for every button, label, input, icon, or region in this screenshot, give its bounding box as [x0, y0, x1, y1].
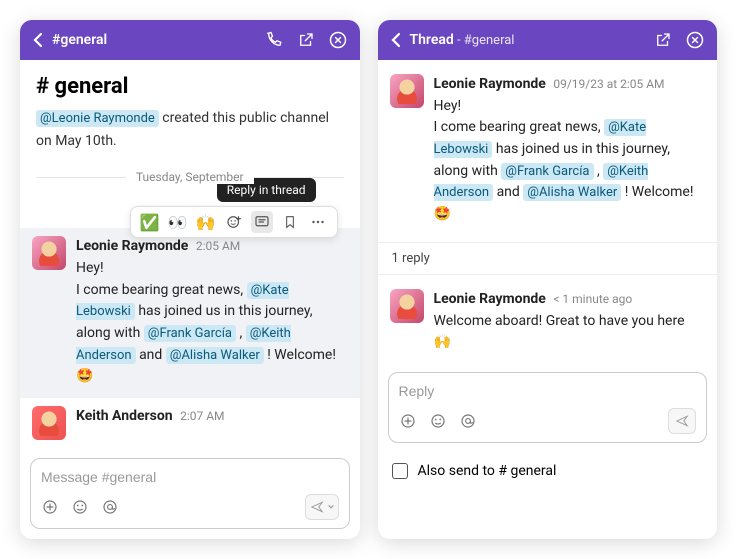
channel-header: #general [20, 20, 360, 60]
mention-icon[interactable] [459, 412, 477, 430]
emoji-icon[interactable] [71, 498, 89, 516]
avatar[interactable] [32, 406, 66, 440]
reaction-eyes[interactable]: 👀 [167, 211, 189, 233]
message-body: Welcome aboard! Great to have you here 🙌 [434, 311, 706, 354]
open-external-icon[interactable] [653, 30, 673, 50]
composer [30, 458, 350, 529]
message-actions-bar: ✅ 👀 🙌 [130, 206, 338, 238]
reaction-check[interactable]: ✅ [139, 211, 161, 233]
reaction-hands[interactable]: 🙌 [195, 211, 217, 233]
call-icon[interactable] [264, 30, 284, 50]
send-button[interactable] [305, 494, 339, 520]
add-reaction-icon[interactable] [223, 211, 245, 233]
mention[interactable]: @Alisha Walker [166, 347, 264, 364]
message[interactable]: Leonie Raymonde 2:05 AM Hey! I come bear… [20, 228, 360, 398]
message-author[interactable]: Leonie Raymonde [434, 291, 546, 307]
message-body: Hey! I come bearing great news, @Kate Le… [76, 258, 348, 388]
message-time: 09/19/23 at 2:05 AM [553, 77, 664, 91]
more-actions-icon[interactable] [307, 211, 329, 233]
message-time: 2:07 AM [180, 409, 224, 423]
thread-composer [388, 372, 708, 443]
channel-panel: #general # general @Leonie Raymonde crea… [20, 20, 360, 539]
creator-mention[interactable]: @Leonie Raymonde [36, 110, 159, 127]
also-send-row: Also send to # general [378, 453, 718, 493]
emoji-star-struck: 🤩 [76, 368, 93, 384]
reply-input[interactable] [399, 383, 697, 399]
message-time: < 1 minute ago [553, 292, 632, 306]
reply-in-thread-icon[interactable] [251, 211, 273, 233]
emoji-star-struck: 🤩 [434, 206, 451, 222]
message-time: 2:05 AM [196, 239, 240, 253]
message[interactable]: Keith Anderson 2:07 AM [20, 398, 360, 450]
avatar[interactable] [390, 289, 424, 323]
thread-root-message[interactable]: Leonie Raymonde 09/19/23 at 2:05 AM Hey!… [378, 60, 718, 236]
emoji-raised-hands: 🙌 [434, 334, 451, 350]
close-icon[interactable] [328, 30, 348, 50]
also-send-checkbox[interactable] [392, 463, 408, 479]
message-body: Hey! I come bearing great news, @Kate Le… [434, 96, 706, 226]
mention-icon[interactable] [101, 498, 119, 516]
bookmark-icon[interactable] [279, 211, 301, 233]
attach-icon[interactable] [399, 412, 417, 430]
back-icon[interactable] [32, 32, 44, 48]
message-author[interactable]: Leonie Raymonde [434, 76, 546, 92]
channel-title[interactable]: #general [52, 32, 256, 48]
emoji-icon[interactable] [429, 412, 447, 430]
close-icon[interactable] [685, 30, 705, 50]
also-send-label: Also send to # general [418, 463, 557, 479]
avatar[interactable] [32, 236, 66, 270]
avatar[interactable] [390, 74, 424, 108]
attach-icon[interactable] [41, 498, 59, 516]
mention[interactable]: @Frank García [501, 163, 593, 180]
open-external-icon[interactable] [296, 30, 316, 50]
mention[interactable]: @Frank García [144, 325, 236, 342]
channel-heading: # general [36, 74, 344, 99]
message-input[interactable] [41, 469, 339, 485]
channel-meta: @Leonie Raymonde created this public cha… [36, 107, 344, 152]
thread-header: Thread - #general [378, 20, 718, 60]
thread-reply[interactable]: Leonie Raymonde < 1 minute ago Welcome a… [378, 281, 718, 364]
back-icon[interactable] [390, 32, 402, 48]
send-button[interactable] [668, 408, 696, 434]
message-author[interactable]: Leonie Raymonde [76, 238, 188, 254]
message-author[interactable]: Keith Anderson [76, 408, 173, 424]
thread-title: Thread - #general [410, 32, 646, 48]
thread-panel: Thread - #general Leonie Raymonde 09/19/… [378, 20, 718, 539]
reply-count: 1 reply [378, 242, 718, 275]
mention[interactable]: @Alisha Walker [523, 184, 621, 201]
